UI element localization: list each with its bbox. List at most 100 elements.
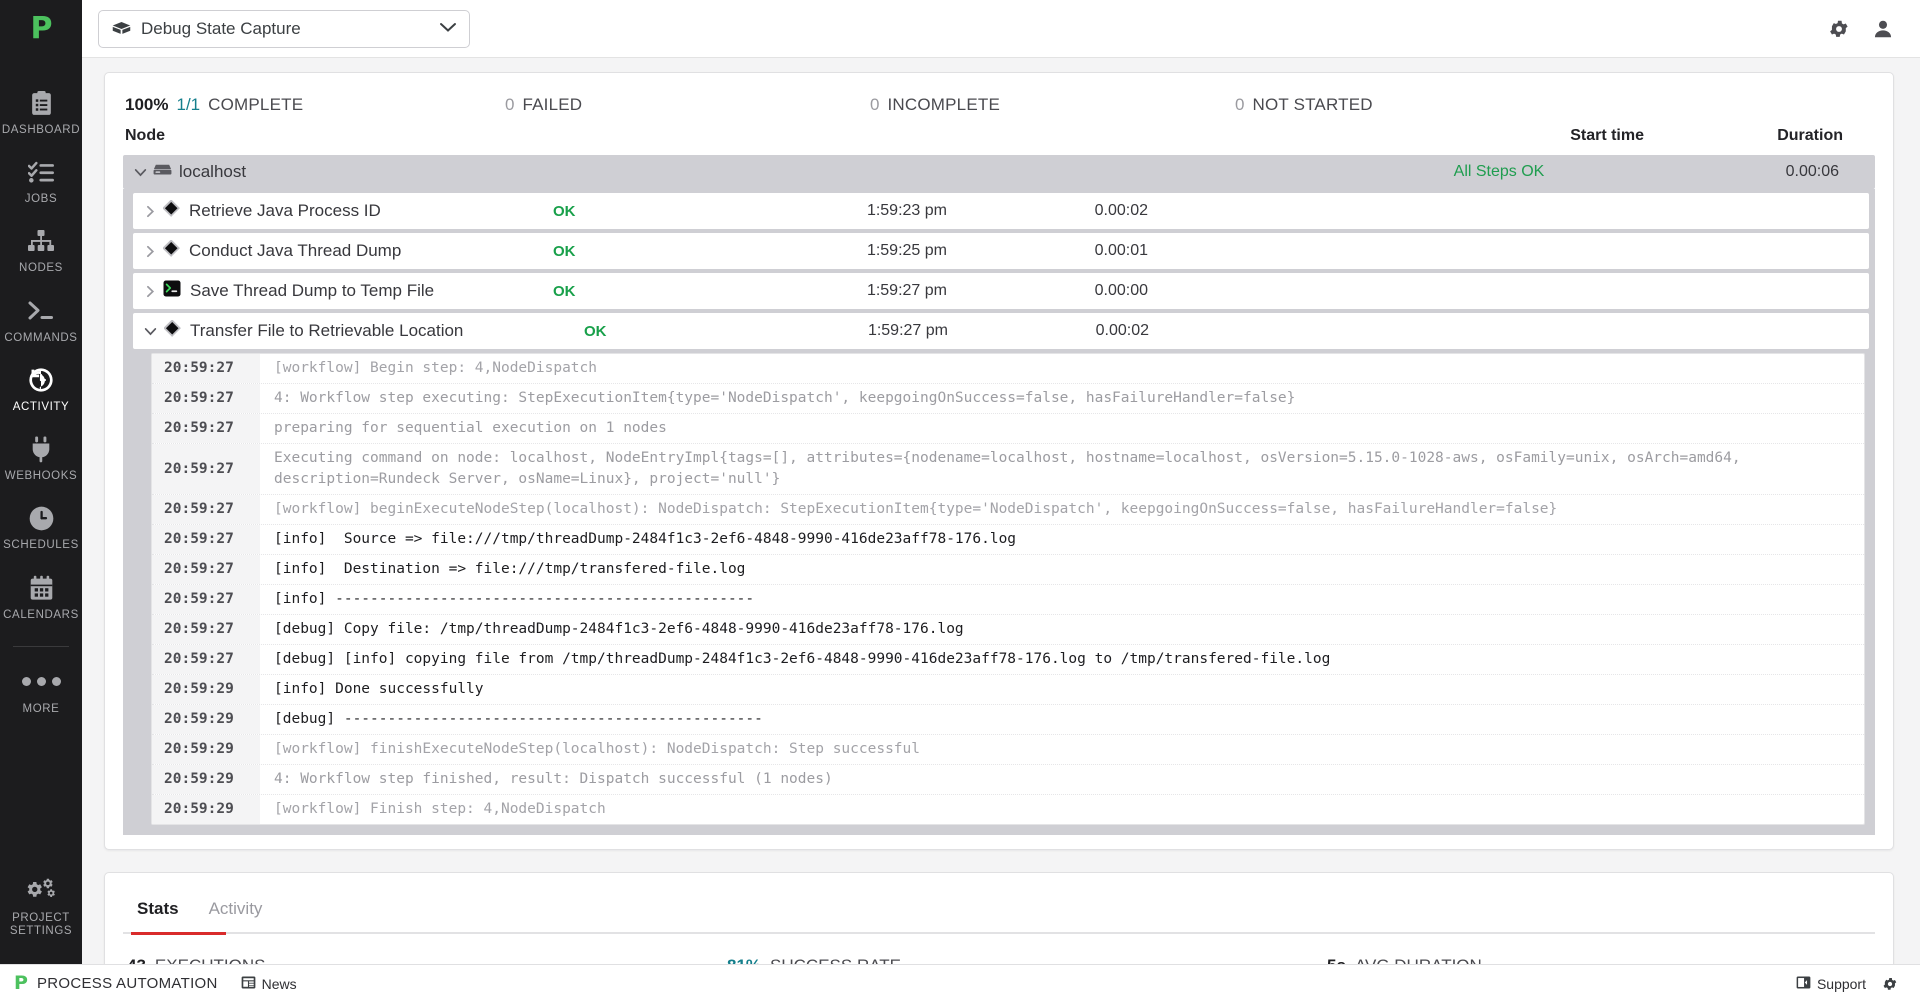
chevron-right-icon[interactable] (143, 284, 157, 299)
step-row[interactable]: Retrieve Java Process ID OK 1:59:23 pm 0… (133, 193, 1869, 229)
step-status: OK (553, 282, 576, 300)
sidebar-item-webhooks[interactable]: WEBHOOKS (0, 424, 82, 493)
support-icon (1796, 976, 1811, 992)
plug-icon (29, 435, 53, 463)
log-timestamp: 20:59:27 (152, 384, 260, 413)
diamond-icon (162, 199, 180, 222)
main-content: 100% 1/1 COMPLETE 0 FAILED 0 INCOMPLETE … (82, 58, 1920, 964)
gears-icon (26, 877, 56, 905)
footer-news-link[interactable]: News (241, 976, 297, 992)
log-message: [info] Source => file:///tmp/threadDump-… (274, 531, 1017, 547)
chevron-right-icon[interactable] (143, 244, 157, 259)
step-name-label: Retrieve Java Process ID (189, 201, 381, 220)
log-message: [workflow] beginExecuteNodeStep(localhos… (274, 501, 1558, 517)
nodes-tree-icon (27, 227, 55, 255)
step-name: Conduct Java Thread Dump (162, 239, 553, 262)
sidebar-item-label-line1: PROJECT (12, 911, 70, 924)
sidebar-item-more[interactable]: MORE (0, 657, 82, 726)
tab-stats[interactable]: Stats (125, 893, 191, 932)
log-timestamp: 20:59:29 (152, 675, 260, 704)
node-row-localhost[interactable]: localhost All Steps OK 0.00:06 (123, 155, 1875, 189)
sidebar-item-label: DASHBOARD (1, 124, 81, 136)
footer-support-link[interactable]: Support (1796, 976, 1866, 992)
clock-icon (28, 504, 55, 532)
app-shell: DASHBOARD JOBS NODES COMMANDS ACTIVITY W… (0, 58, 1920, 964)
stats-row: 43 EXECUTIONS 81% SUCCESS RATE 5s AVG DU… (123, 934, 1875, 964)
step-name: Transfer File to Retrievable Location (163, 319, 584, 342)
step-list: Retrieve Java Process ID OK 1:59:23 pm 0… (123, 189, 1875, 835)
brand-logo-cell[interactable]: P (0, 0, 82, 58)
step-duration: 0.00:02 (1094, 202, 1148, 219)
stat-executions: 43 EXECUTIONS (127, 956, 727, 964)
news-icon (241, 976, 256, 992)
sidebar-item-nodes[interactable]: NODES (0, 216, 82, 285)
node-status: All Steps OK (1453, 163, 1545, 180)
project-selector[interactable]: Debug State Capture (98, 9, 470, 48)
sidebar-item-project-settings[interactable]: PROJECT SETTINGS (0, 866, 82, 964)
tab-activity[interactable]: Activity (197, 893, 275, 932)
chevron-down-icon (439, 20, 457, 38)
log-message: [workflow] Finish step: 4,NodeDispatch (274, 801, 606, 817)
log-line: 20:59:29 [info] Done successfully (152, 675, 1864, 705)
stats-card: Stats Activity 43 EXECUTIONS 81% SUCCESS… (104, 872, 1894, 964)
gear-icon[interactable] (1828, 18, 1850, 40)
execution-table-header: Node Start time Duration (123, 119, 1875, 155)
chevron-down-icon[interactable] (143, 324, 158, 339)
summary-complete-percent: 100% (125, 95, 169, 114)
box-icon (111, 20, 132, 38)
log-line: 20:59:27 [workflow] beginExecuteNodeStep(… (152, 495, 1864, 525)
stats-tabs: Stats Activity (123, 873, 1875, 932)
sidebar-item-label: WEBHOOKS (4, 470, 78, 483)
log-timestamp: 20:59:29 (152, 765, 260, 794)
history-clock-icon (27, 366, 55, 394)
project-name-label: Debug State Capture (141, 18, 301, 38)
summary-not-started-label: NOT STARTED (1252, 95, 1373, 114)
column-header-node: Node (125, 127, 165, 144)
execution-summary: 100% 1/1 COMPLETE 0 FAILED 0 INCOMPLETE … (123, 89, 1875, 119)
step-row[interactable]: Conduct Java Thread Dump OK 1:59:25 pm 0… (133, 233, 1869, 269)
log-timestamp: 20:59:29 (152, 705, 260, 734)
step-status: OK (553, 242, 576, 260)
log-output-panel[interactable]: 20:59:27 [workflow] Begin step: 4,NodeDis… (151, 353, 1865, 825)
step-name-label: Conduct Java Thread Dump (189, 241, 402, 260)
step-name-label: Save Thread Dump to Temp File (190, 281, 435, 300)
step-duration: 0.00:02 (1095, 322, 1149, 339)
stat-label: AVG DURATION (1355, 956, 1482, 964)
log-line: 20:59:27 4: Workflow step executing: Step… (152, 384, 1864, 414)
footer-actions: Support (1796, 976, 1898, 992)
log-line: 20:59:27 [info] -------------------------… (152, 585, 1864, 615)
sidebar-item-dashboard[interactable]: DASHBOARD (0, 78, 82, 147)
summary-incomplete-count: 0 (870, 95, 880, 114)
log-timestamp: 20:59:29 (152, 735, 260, 764)
node-duration: 0.00:06 (1785, 163, 1839, 180)
step-duration: 0.00:01 (1094, 242, 1148, 259)
step-row[interactable]: Save Thread Dump to Temp File OK 1:59:27… (133, 273, 1869, 309)
sidebar-item-label: ACTIVITY (12, 400, 70, 413)
log-message: [info] Done successfully (274, 681, 484, 697)
stat-avg-duration: 5s AVG DURATION (1327, 956, 1482, 964)
sidebar-item-commands[interactable]: COMMANDS (0, 286, 82, 355)
log-timestamp: 20:59:27 (152, 354, 260, 383)
sidebar-item-jobs[interactable]: JOBS (0, 147, 82, 216)
terminal-icon (163, 280, 181, 302)
chevron-right-icon[interactable] (143, 204, 157, 219)
log-timestamp: 20:59:27 (152, 495, 260, 524)
step-start-time: 1:59:27 pm (866, 282, 947, 299)
user-icon[interactable] (1872, 18, 1894, 40)
log-message: [debug] --------------------------------… (274, 711, 763, 727)
chevron-down-icon[interactable] (133, 165, 148, 180)
sidebar-item-label: CALENDARS (3, 608, 79, 621)
log-message: 4: Workflow step executing: StepExecutio… (274, 390, 1296, 406)
log-line: 20:59:29 4: Workflow step finished, resul… (152, 765, 1864, 795)
sidebar-item-label: NODES (19, 262, 63, 275)
gear-icon[interactable] (1882, 976, 1898, 992)
sidebar-item-calendars[interactable]: CALENDARS (0, 563, 82, 632)
checklist-icon (27, 158, 55, 186)
diamond-icon (163, 319, 181, 342)
step-status: OK (553, 202, 576, 220)
sidebar-item-schedules[interactable]: SCHEDULES (0, 493, 82, 562)
summary-complete-label: COMPLETE (208, 95, 304, 114)
step-row[interactable]: Transfer File to Retrievable Location OK… (133, 313, 1869, 349)
log-message: Executing command on node: localhost, No… (274, 450, 1750, 487)
sidebar-item-activity[interactable]: ACTIVITY (0, 355, 82, 424)
